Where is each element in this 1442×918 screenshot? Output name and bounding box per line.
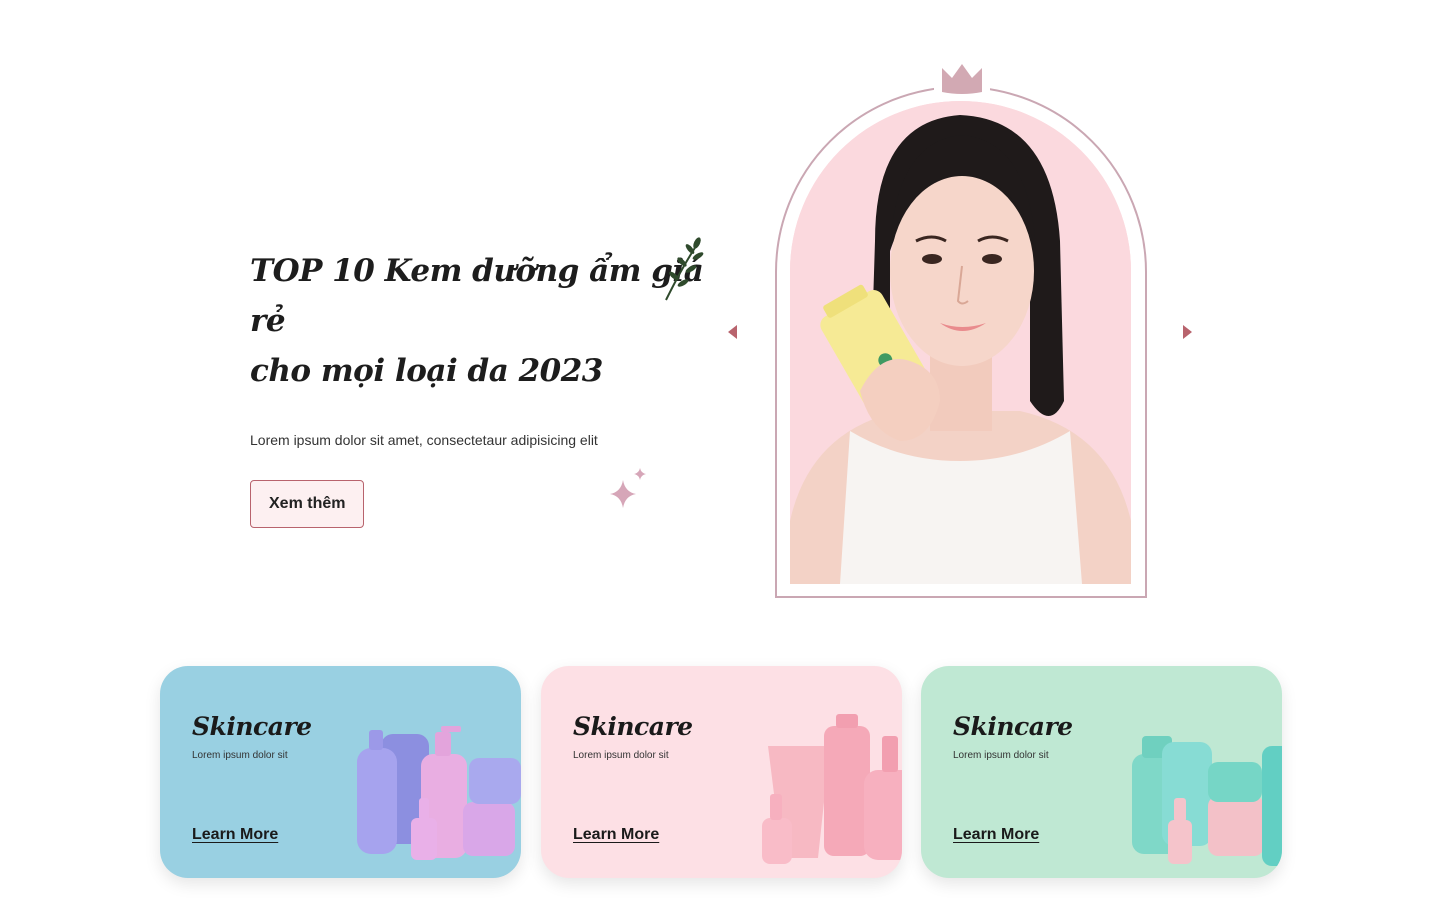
- hero-title-line2: cho mọi loại da 2023: [250, 353, 603, 389]
- learn-more-link[interactable]: Learn More: [953, 826, 1039, 844]
- caret-left-icon[interactable]: [724, 322, 740, 342]
- sparkle-icon: [610, 468, 646, 508]
- card-title: Skincare: [192, 712, 312, 741]
- skincare-products-image: [357, 726, 521, 860]
- hero-title-line1: TOP 10 Kem dưỡng ẩm giá rẻ: [250, 253, 704, 339]
- hero-photo: [790, 101, 1131, 584]
- card-subtitle: Lorem ipsum dolor sit: [953, 750, 1049, 761]
- category-cards: Skincare Lorem ipsum dolor sit Learn Mor…: [160, 666, 1282, 878]
- see-more-button[interactable]: Xem thêm: [250, 480, 365, 528]
- skincare-card-blue: Skincare Lorem ipsum dolor sit Learn Mor…: [160, 666, 521, 878]
- card-subtitle: Lorem ipsum dolor sit: [192, 750, 288, 761]
- skincare-products-image: [1132, 736, 1282, 866]
- leaf-sprig-icon: [665, 237, 704, 301]
- card-title: Skincare: [573, 712, 693, 741]
- skincare-card-pink: Skincare Lorem ipsum dolor sit Learn Mor…: [541, 666, 902, 878]
- card-subtitle: Lorem ipsum dolor sit: [573, 750, 669, 761]
- hero-description: Lorem ipsum dolor sit amet, consectetaur…: [250, 432, 598, 448]
- card-title: Skincare: [953, 712, 1073, 741]
- crown-icon: [934, 58, 990, 98]
- hero-title: TOP 10 Kem dưỡng ẩm giá rẻ cho mọi loại …: [250, 246, 720, 396]
- learn-more-link[interactable]: Learn More: [192, 826, 278, 844]
- skincare-products-image: [762, 714, 902, 864]
- woman-holding-moisturizer-photo: [790, 101, 1131, 584]
- learn-more-link[interactable]: Learn More: [573, 826, 659, 844]
- skincare-card-mint: Skincare Lorem ipsum dolor sit Learn Mor…: [921, 666, 1282, 878]
- caret-right-icon[interactable]: [1180, 322, 1196, 342]
